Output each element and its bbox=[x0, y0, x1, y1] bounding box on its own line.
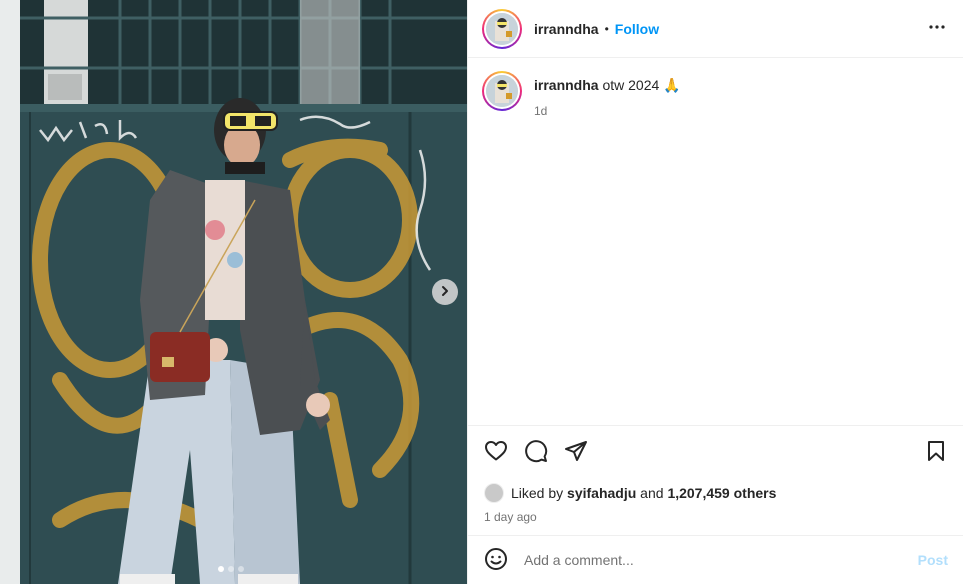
post-comment-button[interactable]: Post bbox=[918, 552, 948, 568]
carousel-next-button[interactable] bbox=[432, 279, 458, 305]
action-bar bbox=[468, 426, 963, 478]
likes-prefix: Liked by bbox=[511, 485, 568, 501]
comments-area: irranndha otw 2024 🙏 1d bbox=[468, 59, 963, 425]
smiley-icon bbox=[484, 547, 508, 574]
share-button[interactable] bbox=[564, 440, 588, 464]
likes-summary: Liked by syifahadju and 1,207,459 others bbox=[468, 480, 963, 506]
separator-dot: • bbox=[604, 21, 609, 36]
post-timestamp[interactable]: 1 day ago bbox=[468, 506, 963, 524]
likes-others-link[interactable]: 1,207,459 others bbox=[667, 485, 776, 501]
likes-middle: and bbox=[636, 485, 668, 501]
comment-button[interactable] bbox=[524, 439, 548, 466]
liker-username[interactable]: syifahadju bbox=[567, 485, 636, 501]
carousel-indicator bbox=[218, 566, 244, 572]
emoji-button[interactable] bbox=[484, 547, 508, 574]
avatar-image bbox=[486, 75, 518, 107]
avatar-image bbox=[486, 12, 518, 45]
liker-avatar[interactable] bbox=[484, 483, 504, 503]
follow-button[interactable]: Follow bbox=[615, 21, 659, 37]
post-details-panel: irranndha • Follow irranndha otw 2024 🙏 … bbox=[467, 0, 963, 584]
comment-icon bbox=[524, 439, 548, 466]
post-photo bbox=[0, 0, 467, 584]
post-header: irranndha • Follow bbox=[468, 0, 963, 58]
instagram-post-dialog: irranndha • Follow irranndha otw 2024 🙏 … bbox=[0, 0, 963, 584]
chevron-right-icon bbox=[439, 284, 451, 300]
caption-text: otw 2024 🙏 bbox=[598, 77, 681, 93]
more-horizontal-icon bbox=[925, 15, 949, 42]
carousel-dot bbox=[238, 566, 244, 572]
send-icon bbox=[564, 439, 588, 466]
header-username[interactable]: irranndha bbox=[534, 21, 599, 37]
more-options-button[interactable] bbox=[925, 17, 949, 41]
comment-composer: Post bbox=[468, 535, 963, 584]
caption-time[interactable]: 1d bbox=[534, 102, 681, 120]
carousel-dot-active bbox=[218, 566, 224, 572]
heart-icon bbox=[484, 439, 508, 466]
post-media[interactable] bbox=[0, 0, 467, 584]
comment-input[interactable] bbox=[524, 552, 918, 568]
like-button[interactable] bbox=[484, 440, 508, 464]
post-footer: Liked by syifahadju and 1,207,459 others… bbox=[468, 425, 963, 524]
avatar[interactable] bbox=[482, 8, 522, 49]
bookmark-icon bbox=[924, 439, 948, 466]
carousel-dot bbox=[228, 566, 234, 572]
save-button[interactable] bbox=[924, 440, 948, 464]
post-caption: irranndha otw 2024 🙏 1d bbox=[482, 71, 950, 120]
caption-avatar[interactable] bbox=[482, 71, 522, 111]
caption-username[interactable]: irranndha bbox=[534, 77, 599, 93]
